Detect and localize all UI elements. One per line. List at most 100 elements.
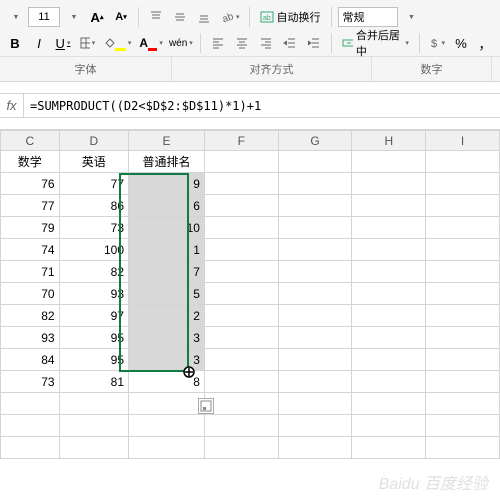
cell[interactable] <box>426 283 500 305</box>
cell[interactable]: 6 <box>129 195 205 217</box>
spreadsheet-grid[interactable]: C D E F G H I 数学 英语 普通排名 76779 77866 797… <box>0 130 500 459</box>
cell[interactable] <box>352 327 426 349</box>
decrease-indent-button[interactable] <box>279 32 301 54</box>
cell[interactable] <box>352 239 426 261</box>
cell[interactable] <box>352 283 426 305</box>
currency-button[interactable]: $▾ <box>426 32 448 54</box>
italic-button[interactable]: I <box>28 32 50 54</box>
cell[interactable] <box>426 195 500 217</box>
col-header-i[interactable]: I <box>426 131 500 151</box>
cell[interactable]: 71 <box>1 261 60 283</box>
align-middle-button[interactable] <box>169 6 191 28</box>
cell[interactable] <box>1 393 60 415</box>
cell[interactable] <box>1 415 60 437</box>
cell[interactable] <box>204 327 278 349</box>
cell[interactable]: 97 <box>59 305 128 327</box>
wrap-text-button[interactable]: ab 自动换行 <box>256 6 325 28</box>
cell[interactable] <box>204 415 278 437</box>
cell[interactable] <box>278 195 352 217</box>
cell[interactable]: 100 <box>59 239 128 261</box>
cell[interactable] <box>129 393 205 415</box>
cell[interactable] <box>352 173 426 195</box>
cell[interactable] <box>129 437 205 459</box>
number-format-combo[interactable]: 常规 <box>338 7 398 27</box>
cell[interactable] <box>278 349 352 371</box>
cell[interactable]: 77 <box>59 173 128 195</box>
cell[interactable] <box>204 261 278 283</box>
cell[interactable] <box>426 217 500 239</box>
fill-color-button[interactable]: ▾ <box>100 32 134 54</box>
cell[interactable] <box>352 437 426 459</box>
cell[interactable]: 2 <box>129 305 205 327</box>
formula-input[interactable]: =SUMPRODUCT((D2<$D$2:$D$11)*1)+1 <box>24 94 500 117</box>
align-left-button[interactable] <box>207 32 229 54</box>
cell[interactable]: 5 <box>129 283 205 305</box>
col-header-f[interactable]: F <box>204 131 278 151</box>
cell[interactable] <box>426 371 500 393</box>
font-size-input[interactable]: 11 <box>28 7 60 27</box>
col-header-d[interactable]: D <box>59 131 128 151</box>
cell[interactable] <box>426 393 500 415</box>
cell[interactable]: 76 <box>1 173 60 195</box>
font-size-dropdown[interactable]: ▼ <box>62 6 84 28</box>
col-header-e[interactable]: E <box>129 131 205 151</box>
cell[interactable] <box>278 371 352 393</box>
increase-font-button[interactable]: A▴ <box>86 6 108 28</box>
cell[interactable] <box>278 239 352 261</box>
col-header-c[interactable]: C <box>1 131 60 151</box>
phonetic-button[interactable]: wén▾ <box>168 32 194 54</box>
cell[interactable]: 8 <box>129 371 205 393</box>
col-header-h[interactable]: H <box>352 131 426 151</box>
cell[interactable]: 93 <box>59 283 128 305</box>
number-format-dropdown[interactable]: ▼ <box>400 6 422 28</box>
align-center-button[interactable] <box>231 32 253 54</box>
bold-button[interactable]: B <box>4 32 26 54</box>
cell[interactable] <box>204 195 278 217</box>
cell[interactable] <box>426 239 500 261</box>
align-bottom-button[interactable] <box>193 6 215 28</box>
cell[interactable]: 7 <box>129 261 205 283</box>
orientation-button[interactable]: ab▾ <box>217 6 243 28</box>
cell[interactable] <box>426 173 500 195</box>
cell[interactable] <box>204 393 278 415</box>
cell[interactable] <box>59 393 128 415</box>
cell[interactable]: 1 <box>129 239 205 261</box>
cell[interactable]: 93 <box>1 327 60 349</box>
cell[interactable] <box>352 261 426 283</box>
cell[interactable] <box>59 415 128 437</box>
cell[interactable] <box>278 173 352 195</box>
cell[interactable]: 10 <box>129 217 205 239</box>
cell[interactable]: 普通排名 <box>129 151 205 173</box>
cell[interactable]: 73 <box>1 371 60 393</box>
cell[interactable] <box>278 327 352 349</box>
cell[interactable]: 79 <box>1 217 60 239</box>
cell[interactable]: 81 <box>59 371 128 393</box>
cell[interactable] <box>352 151 426 173</box>
cell[interactable]: 9 <box>129 173 205 195</box>
cell[interactable]: 英语 <box>59 151 128 173</box>
cell[interactable] <box>352 393 426 415</box>
font-color-button[interactable]: A▾ <box>136 32 166 54</box>
cell[interactable] <box>278 283 352 305</box>
align-top-button[interactable] <box>145 6 167 28</box>
cell[interactable] <box>352 195 426 217</box>
cell[interactable] <box>352 371 426 393</box>
cell[interactable] <box>204 349 278 371</box>
cell[interactable] <box>426 151 500 173</box>
cell[interactable]: 3 <box>129 327 205 349</box>
cell[interactable]: 82 <box>1 305 60 327</box>
cell[interactable] <box>204 173 278 195</box>
cell[interactable] <box>59 437 128 459</box>
cell[interactable]: 95 <box>59 327 128 349</box>
cell[interactable] <box>352 305 426 327</box>
cell[interactable]: 73 <box>59 217 128 239</box>
cell[interactable] <box>204 151 278 173</box>
cell[interactable] <box>426 261 500 283</box>
comma-button[interactable]: ， <box>474 32 496 54</box>
merge-center-button[interactable]: 合并后居中▾ <box>338 32 413 54</box>
cell[interactable] <box>426 327 500 349</box>
cell[interactable] <box>278 261 352 283</box>
cell[interactable] <box>1 437 60 459</box>
cell[interactable]: 70 <box>1 283 60 305</box>
cell[interactable] <box>426 349 500 371</box>
